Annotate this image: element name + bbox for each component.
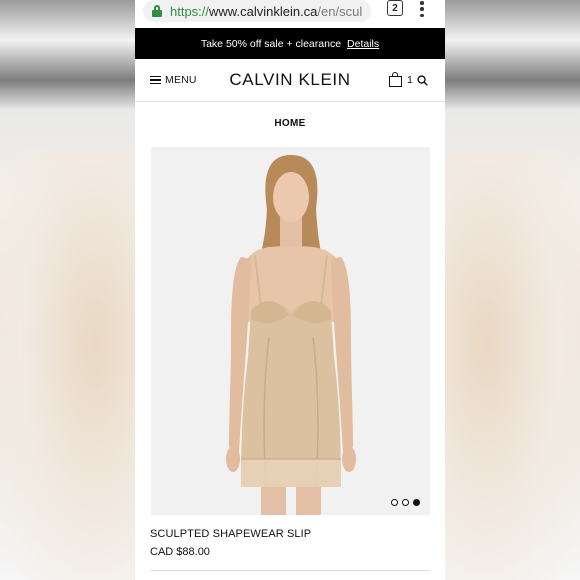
mobile-browser-screen: https://www.calvinklein.ca/en/scul 2 Tak… [135, 0, 445, 580]
browser-toolbar: https://www.calvinklein.ca/en/scul 2 [135, 0, 445, 28]
menu-button[interactable]: MENU [150, 74, 197, 86]
more-options-icon[interactable] [419, 1, 425, 17]
cart-count: 1 [407, 74, 413, 86]
background-blur-left [0, 150, 135, 580]
lock-icon [152, 5, 162, 17]
url-host: www.calvinklein.ca [209, 3, 318, 19]
tab-count: 2 [392, 2, 398, 14]
url-text: https://www.calvinklein.ca/en/scul [170, 4, 362, 19]
model-photo [226, 155, 356, 515]
site-header: CALVIN KLEIN MENU 1 [135, 59, 445, 102]
background-blur-right [445, 150, 580, 580]
left-hand [226, 446, 240, 472]
url-scheme: https:// [170, 3, 210, 19]
breadcrumb[interactable]: HOME [135, 118, 445, 129]
search-icon[interactable] [417, 75, 428, 86]
hamburger-icon [150, 75, 161, 85]
brand-name: CALVIN KLEIN [229, 70, 351, 89]
promo-details-link[interactable]: Details [347, 38, 379, 50]
right-hand [342, 446, 356, 472]
sheer-hem [241, 459, 341, 487]
pagination-dot-3-active[interactable] [413, 499, 420, 506]
face-shape [273, 172, 309, 222]
breadcrumb-home[interactable]: HOME [274, 118, 305, 129]
pagination-dot-2[interactable] [402, 499, 409, 506]
shopping-bag-icon [389, 72, 402, 87]
product-price: CAD $88.00 [150, 546, 210, 558]
cart-button[interactable]: 1 [389, 72, 413, 87]
url-path: /en/scul [317, 3, 363, 19]
image-pagination [391, 499, 420, 506]
product-image[interactable] [151, 147, 430, 515]
tab-switcher-button[interactable]: 2 [387, 0, 403, 16]
menu-label: MENU [165, 74, 197, 86]
product-name: SCULPTED SHAPEWEAR SLIP [150, 528, 312, 540]
address-bar[interactable]: https://www.calvinklein.ca/en/scul [143, 0, 371, 22]
promo-banner: Take 50% off sale + clearance Details [135, 28, 445, 59]
promo-text: Take 50% off sale + clearance [200, 37, 342, 50]
divider [150, 570, 430, 571]
pagination-dot-1[interactable] [391, 499, 398, 506]
